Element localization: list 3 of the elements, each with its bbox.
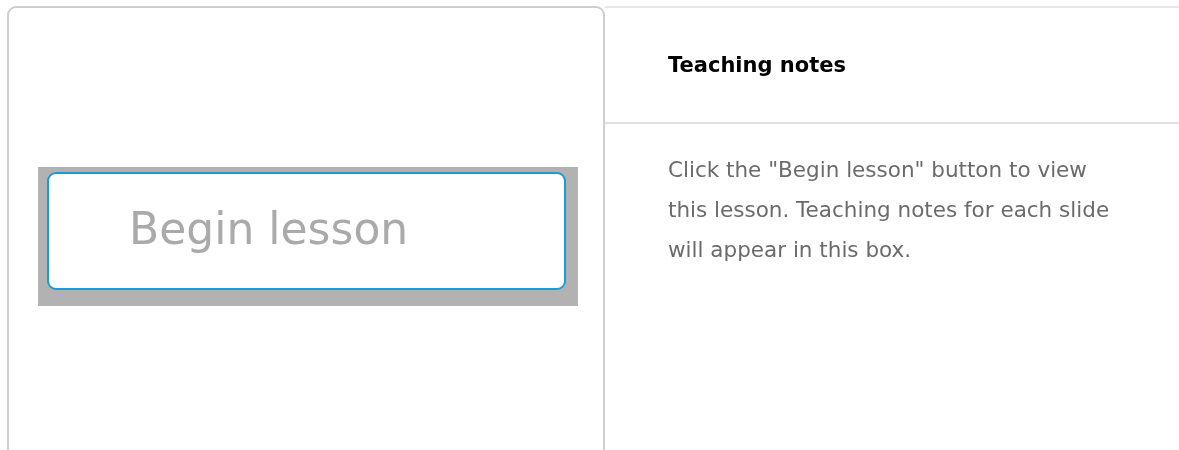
notes-text: Click the "Begin lesson" button to view this lesson. Teaching notes for each slide will appear in this box. [668, 156, 1111, 264]
notes-title: Teaching notes [668, 53, 846, 77]
begin-lesson-button[interactable]: Begin lesson [47, 172, 566, 290]
